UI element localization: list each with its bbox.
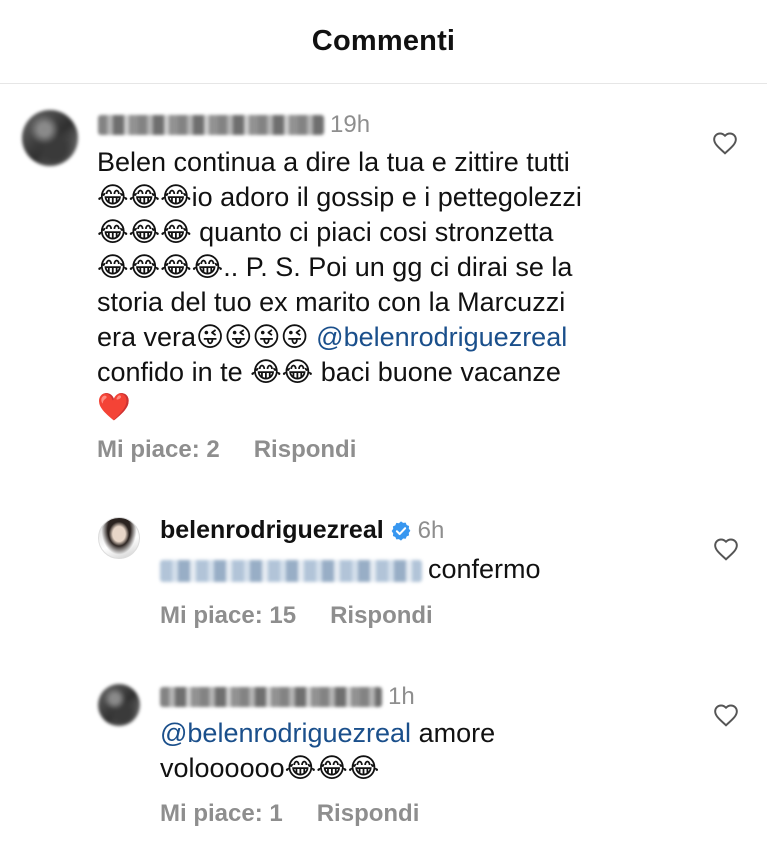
comment-meta: 19h <box>98 111 370 139</box>
likes-count[interactable]: Mi piace: 15 <box>160 602 296 630</box>
mention-link[interactable]: @belenrodriguezreal <box>160 718 411 748</box>
username-link[interactable]: belenrodriguezreal <box>160 516 384 545</box>
comment-meta: 1h <box>160 683 415 711</box>
heart-outline-icon[interactable] <box>712 131 738 155</box>
heart-outline-icon[interactable] <box>713 537 739 561</box>
comment-actions: Mi piace: 15 Rispondi <box>160 602 433 630</box>
comment-actions: Mi piace: 1 Rispondi <box>160 800 419 828</box>
comment-line-text: amore <box>411 718 496 748</box>
redacted-username[interactable] <box>98 115 324 135</box>
comment-time: 1h <box>388 683 415 710</box>
likes-count[interactable]: Mi piace: 1 <box>160 800 283 828</box>
comment-time: 19h <box>330 111 371 138</box>
avatar[interactable] <box>98 517 140 559</box>
verified-badge-icon <box>391 520 411 541</box>
comment-line: 😂😂😂io adoro il gossip e i pettegolezzi <box>97 182 582 212</box>
comment-text: Belen continua a dire la tua e zittire t… <box>97 145 697 425</box>
comment-line-text: era vera😜😜😜😜 <box>97 322 309 352</box>
mention-link[interactable]: @belenrodriguezreal <box>316 322 567 352</box>
comment-actions: Mi piace: 2 Rispondi <box>97 436 356 464</box>
comment-line: 😂😂😂😂.. P. S. Poi un gg ci dirai se la <box>97 252 573 282</box>
comment-line-text: confermo <box>428 554 541 584</box>
comment-text: @belenrodriguezreal amore voloooooo😂😂😂 <box>160 716 680 786</box>
reply-button[interactable]: Rispondi <box>330 602 433 630</box>
comment-text: confermo <box>160 552 541 587</box>
comment-line: storia del tuo ex marito con la Marcuzzi <box>97 287 566 317</box>
comment-line: Belen continua a dire la tua e zittire t… <box>97 147 570 177</box>
avatar[interactable] <box>22 110 78 166</box>
heart-emoji: ❤️ <box>97 392 131 422</box>
likes-count[interactable]: Mi piace: 2 <box>97 436 220 464</box>
comment-line: confido in te 😂😂 baci buone vacanze <box>97 357 561 387</box>
comments-header: Commenti <box>0 0 767 84</box>
comment-line: 😂😂😂 quanto ci piaci cosi stronzetta <box>97 217 554 247</box>
redacted-mention[interactable] <box>160 559 422 582</box>
reply-button[interactable]: Rispondi <box>254 436 357 464</box>
comment-time: 6h <box>417 516 445 544</box>
comment-line: era vera😜😜😜😜 @belenrodriguezreal <box>97 320 697 355</box>
avatar[interactable] <box>98 684 140 726</box>
reply-button[interactable]: Rispondi <box>317 800 420 828</box>
redacted-username[interactable] <box>160 687 382 707</box>
comment-line: voloooooo😂😂😂 <box>160 753 380 783</box>
comment-line: @belenrodriguezreal amore <box>160 716 680 751</box>
heart-outline-icon[interactable] <box>713 703 739 727</box>
comment-meta: belenrodriguezreal 6h <box>160 516 444 545</box>
page-title: Commenti <box>311 25 456 57</box>
